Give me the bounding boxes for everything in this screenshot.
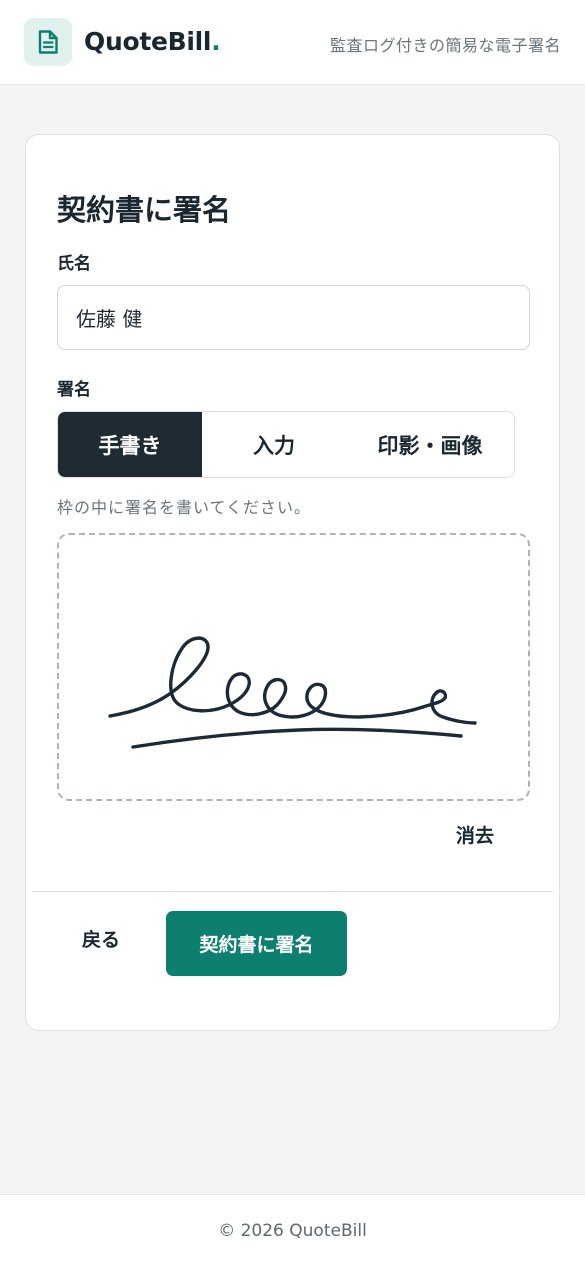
tagline: 監査ログ付きの簡易な電子署名 — [329, 36, 561, 55]
name-input[interactable] — [57, 285, 530, 350]
logo[interactable] — [24, 18, 72, 66]
signature-pad[interactable] — [57, 533, 530, 801]
copyright-text: © 2026 QuoteBill — [218, 1220, 367, 1241]
signature-label: 署名 — [57, 380, 91, 400]
back-button[interactable]: 戻る — [82, 925, 120, 952]
signature-mode-tabs: 手書き 入力 印影・画像 — [57, 411, 515, 478]
tab-seal-image[interactable]: 印影・画像 — [346, 412, 514, 477]
signature-stroke — [108, 636, 477, 749]
divider — [32, 891, 553, 892]
footer: © 2026 QuoteBill — [0, 1194, 585, 1266]
brand-name: QuoteBill. — [84, 27, 221, 56]
brand-dot: . — [211, 27, 221, 56]
document-icon — [38, 30, 58, 54]
page-title: 契約書に署名 — [57, 193, 232, 227]
name-label: 氏名 — [57, 254, 91, 274]
signature-hint: 枠の中に署名を書いてください。 — [57, 498, 312, 517]
sign-contract-button[interactable]: 契約書に署名 — [166, 911, 347, 976]
tab-type[interactable]: 入力 — [202, 412, 346, 477]
signature-card: 契約書に署名 氏名 署名 手書き 入力 印影・画像 枠の中に署名を書いてください… — [25, 134, 560, 1031]
top-bar: QuoteBill. 監査ログ付きの簡易な電子署名 — [0, 0, 585, 85]
clear-button[interactable]: 消去 — [456, 821, 494, 848]
tab-handwrite[interactable]: 手書き — [58, 412, 202, 477]
